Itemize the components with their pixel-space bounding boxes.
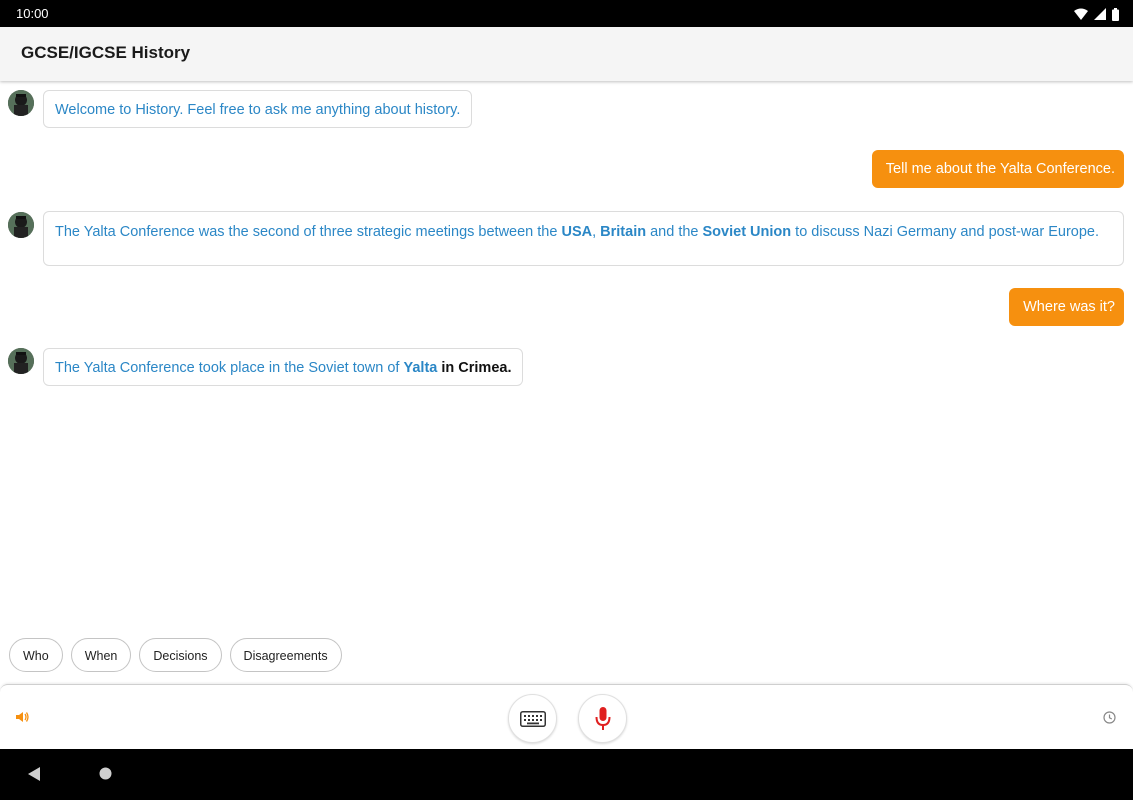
suggestion-chips: Who When Decisions Disagreements xyxy=(9,638,342,672)
bold-term: in Crimea. xyxy=(437,360,512,376)
user-message-text: Where was it? xyxy=(1023,299,1115,315)
input-bar xyxy=(0,684,1133,750)
bot-avatar xyxy=(8,212,34,238)
bot-message-text: The Yalta Conference took place in the S… xyxy=(55,360,404,376)
home-icon[interactable] xyxy=(99,767,112,780)
bot-message-text: The Yalta Conference was the second of t… xyxy=(55,224,562,240)
user-message: Where was it? xyxy=(1009,288,1124,326)
suggestion-chip-decisions[interactable]: Decisions xyxy=(139,638,222,672)
bold-term: Yalta xyxy=(403,360,438,376)
bold-term: Soviet Union xyxy=(702,224,792,240)
microphone-button[interactable] xyxy=(578,694,627,743)
battery-icon xyxy=(1112,7,1119,21)
bot-avatar xyxy=(8,90,34,116)
keyboard-button[interactable] xyxy=(508,694,557,743)
bot-message-text: , xyxy=(592,224,601,240)
status-time: 10:00 xyxy=(16,6,49,21)
keyboard-icon xyxy=(519,710,546,727)
user-message-text: Tell me about the Yalta Conference. xyxy=(885,161,1115,177)
user-message: Tell me about the Yalta Conference. xyxy=(871,150,1124,188)
microphone-icon xyxy=(595,706,610,730)
suggestion-chip-when[interactable]: When xyxy=(70,638,132,672)
bold-term: Britain xyxy=(600,224,647,240)
suggestion-chip-disagreements[interactable]: Disagreements xyxy=(229,638,342,672)
bot-message-text: to discuss Nazi Germany and post-war Eur… xyxy=(791,224,1099,240)
bot-avatar xyxy=(8,348,34,374)
bot-message: The Yalta Conference was the second of t… xyxy=(43,211,1124,266)
clock-icon[interactable] xyxy=(1103,711,1116,724)
wifi-icon xyxy=(1074,8,1088,20)
bot-message: Welcome to History. Feel free to ask me … xyxy=(43,90,473,128)
bot-message-text: Welcome to History. Feel free to ask me … xyxy=(55,102,461,118)
back-icon[interactable] xyxy=(28,767,40,781)
app-bar: GCSE/IGCSE History xyxy=(0,27,1133,81)
bold-term: USA xyxy=(561,224,593,240)
signal-icon xyxy=(1094,8,1106,20)
page-title: GCSE/IGCSE History xyxy=(21,43,191,62)
bot-message-text: and the xyxy=(646,224,703,240)
status-bar: 10:00 xyxy=(0,0,1133,27)
bot-message: The Yalta Conference took place in the S… xyxy=(43,348,524,386)
suggestion-chip-who[interactable]: Who xyxy=(9,638,63,672)
speaker-icon[interactable] xyxy=(16,711,30,723)
status-icons xyxy=(1074,6,1119,22)
navigation-bar xyxy=(0,749,1133,800)
